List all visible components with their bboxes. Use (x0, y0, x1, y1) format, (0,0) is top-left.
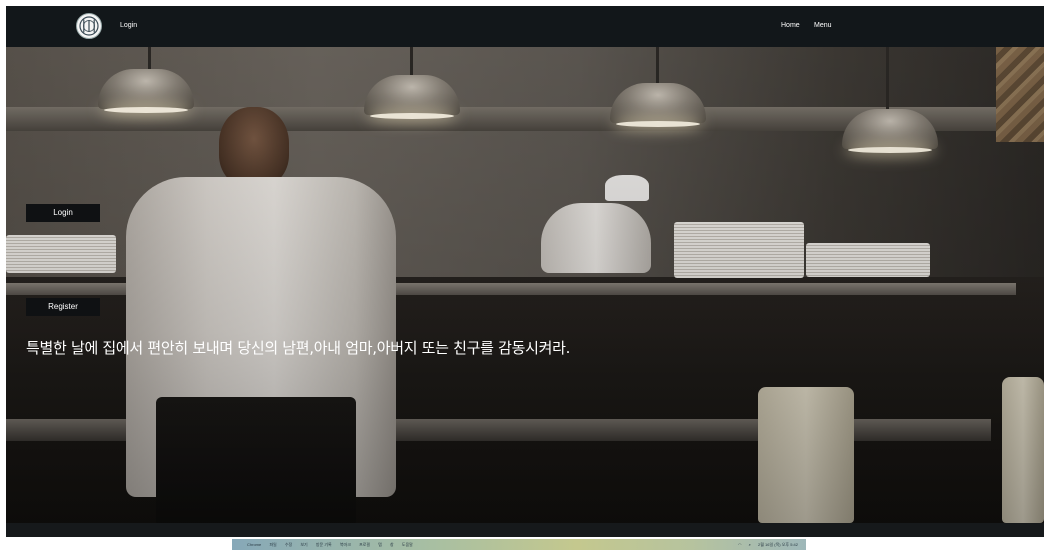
browser-viewport: Login Home Menu Login Register 특별한 날에 집에… (6, 6, 1044, 537)
hero-section: Login Register 특별한 날에 집에서 편안히 보내며 당신의 남편… (6, 47, 1044, 523)
menu-item[interactable]: 방문 기록 (316, 542, 332, 547)
footer-bar (6, 523, 1044, 537)
hero-tagline: 특별한 날에 집에서 편안히 보내며 당신의 남편,아내 엄마,아버지 또는 친… (26, 339, 571, 357)
app-name[interactable]: Chrome (247, 542, 261, 547)
menu-item[interactable]: 북마크 (340, 542, 351, 547)
os-menu-bar: Chrome 파일 수정 보기 방문 기록 북마크 프로필 탭 창 도움말 ◠ … (232, 539, 806, 550)
menu-item[interactable]: 도움말 (402, 542, 413, 547)
menu-item[interactable]: 창 (390, 542, 394, 547)
menu-item[interactable]: 수정 (285, 542, 292, 547)
nav-login-link[interactable]: Login (120, 22, 137, 29)
register-button[interactable]: Register (26, 298, 100, 316)
login-button[interactable]: Login (26, 204, 100, 222)
cutlery-plate-icon[interactable] (76, 13, 102, 39)
nav-home-link[interactable]: Home (781, 22, 800, 29)
menu-item[interactable]: 보기 (300, 542, 307, 547)
clock-status[interactable]: 2월 16일 (목) 오후 5:42 (758, 542, 798, 547)
menu-item[interactable]: 프로필 (359, 542, 370, 547)
search-icon[interactable]: ⌕ (749, 542, 751, 547)
wifi-icon[interactable]: ◠ (738, 542, 742, 547)
menu-item[interactable]: 파일 (269, 542, 276, 547)
nav-menu-link[interactable]: Menu (814, 22, 832, 29)
menu-item[interactable]: 탭 (378, 542, 382, 547)
navbar: Login Home Menu (6, 6, 1044, 47)
